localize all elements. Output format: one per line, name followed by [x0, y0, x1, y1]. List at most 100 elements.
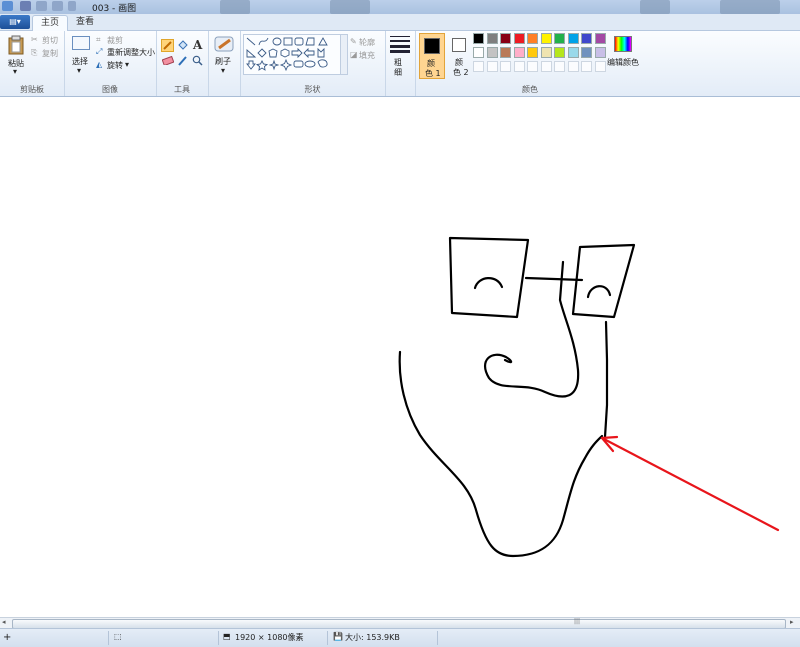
- pencil-icon[interactable]: [161, 39, 174, 52]
- fill-bucket-icon[interactable]: [177, 39, 189, 51]
- edit-colors-button[interactable]: 编辑颜色: [607, 57, 639, 68]
- redo-icon[interactable]: [52, 1, 63, 11]
- color-swatch[interactable]: [581, 33, 592, 44]
- color1-button[interactable]: 颜 色 1: [419, 33, 445, 79]
- image-dimensions: 1920 × 1080像素: [235, 633, 304, 642]
- selection-size-icon: ⬚: [114, 632, 122, 641]
- color-picker-icon[interactable]: [178, 55, 188, 66]
- custom-color-slot[interactable]: [500, 61, 511, 72]
- custom-color-slot[interactable]: [554, 61, 565, 72]
- custom-color-slot[interactable]: [473, 61, 484, 72]
- background-blur: [330, 0, 370, 14]
- cursor-position-icon: +: [3, 632, 12, 643]
- color-swatch[interactable]: [594, 33, 606, 44]
- color-swatch[interactable]: [554, 33, 565, 44]
- color-swatch[interactable]: [473, 47, 484, 58]
- color-swatch[interactable]: [486, 47, 498, 58]
- custom-color-slot[interactable]: [594, 61, 606, 72]
- red-arrow-head-upper: [600, 435, 619, 440]
- paint-menu-button[interactable]: ▤▾: [0, 15, 30, 29]
- left-eye: [473, 277, 504, 290]
- color-swatch[interactable]: [540, 33, 552, 44]
- crop-button[interactable]: 裁剪: [107, 35, 123, 46]
- magnifier-icon[interactable]: [192, 55, 203, 66]
- color-swatch[interactable]: [513, 33, 525, 44]
- outline-icon: ✎: [350, 37, 357, 46]
- status-separator: [218, 631, 219, 645]
- scroll-left-icon[interactable]: ◂: [2, 618, 6, 626]
- right-eye: [586, 285, 612, 299]
- cut-button[interactable]: 剪切: [42, 35, 58, 46]
- glasses-bridge: [524, 276, 584, 282]
- ribbon: 粘贴 ▾ ✂ 剪切 ⎘ 复制 剪贴板 选择 ▾ ⌗ 裁剪 ⤢ 重新调整大小 ◭ …: [0, 31, 800, 97]
- custom-color-slot[interactable]: [540, 61, 552, 72]
- shapes-group: ✎ 轮廓 ◪ 填充 形状: [240, 31, 386, 96]
- status-separator: [327, 631, 328, 645]
- image-dimensions-icon: ⬒: [223, 632, 231, 641]
- background-blur: [640, 0, 670, 14]
- app-icon[interactable]: [2, 1, 13, 11]
- paste-icon[interactable]: [8, 35, 24, 55]
- color-swatch[interactable]: [567, 33, 579, 44]
- size-label-line2[interactable]: 细: [394, 67, 402, 78]
- brushes-dropdown-icon[interactable]: ▾: [221, 66, 225, 75]
- save-icon[interactable]: [20, 1, 31, 11]
- shapes-gallery-icons[interactable]: [244, 35, 340, 74]
- color-swatch[interactable]: [473, 33, 484, 44]
- color-swatch[interactable]: [486, 33, 498, 44]
- select-dropdown-icon[interactable]: ▾: [77, 66, 81, 75]
- custom-color-slot[interactable]: [581, 61, 592, 72]
- drawing-canvas[interactable]: [0, 97, 800, 617]
- select-icon[interactable]: [72, 36, 90, 50]
- custom-color-slot[interactable]: [486, 61, 498, 72]
- brushes-group: 刷子 ▾: [208, 31, 241, 96]
- customize-quick-access-icon[interactable]: [68, 1, 76, 11]
- resize-icon: ⤢: [96, 47, 103, 56]
- custom-color-slot[interactable]: [527, 61, 538, 72]
- brush-icon[interactable]: [213, 35, 235, 53]
- status-separator: [437, 631, 438, 645]
- rotate-icon: ◭: [96, 60, 103, 69]
- color2-label-line2: 色 2: [453, 68, 469, 77]
- color-swatch[interactable]: [500, 47, 511, 58]
- resize-button[interactable]: 重新调整大小: [107, 47, 155, 58]
- custom-color-slot[interactable]: [567, 61, 579, 72]
- rotate-dropdown-icon[interactable]: ▾: [125, 60, 129, 69]
- crop-icon: ⌗: [96, 35, 101, 44]
- custom-color-slot[interactable]: [513, 61, 525, 72]
- outline-button[interactable]: 轮廓: [359, 37, 375, 48]
- fill-button[interactable]: 填充: [359, 50, 375, 61]
- line-size-icon[interactable]: [390, 35, 410, 53]
- color2-button[interactable]: 颜 色 2: [447, 33, 473, 79]
- color-swatch[interactable]: [527, 47, 538, 58]
- title-bar: 003 - 画图: [0, 0, 800, 14]
- eraser-icon[interactable]: [161, 55, 175, 67]
- copy-button[interactable]: 复制: [42, 48, 58, 59]
- paste-dropdown-icon[interactable]: ▾: [13, 67, 17, 76]
- tab-home[interactable]: 主页: [32, 15, 69, 31]
- shapes-gallery: [243, 34, 341, 75]
- undo-icon[interactable]: [36, 1, 47, 11]
- color-swatch[interactable]: [540, 47, 552, 58]
- color-swatch[interactable]: [581, 47, 592, 58]
- color-swatch[interactable]: [500, 33, 511, 44]
- color-swatch[interactable]: [594, 47, 606, 58]
- clipboard-group-label: 剪贴板: [20, 85, 44, 94]
- color-palette: [473, 33, 613, 75]
- shapes-scroll[interactable]: [340, 34, 348, 75]
- color1-swatch: [424, 38, 440, 54]
- color-swatch[interactable]: [567, 47, 579, 58]
- canvas-area[interactable]: [0, 97, 800, 617]
- scroll-right-icon[interactable]: ▸: [790, 618, 794, 626]
- face-drawing: [398, 236, 636, 558]
- rotate-button[interactable]: 旋转: [107, 60, 123, 71]
- tab-view[interactable]: 查看: [68, 15, 102, 30]
- fill-icon: ◪: [350, 50, 358, 59]
- tools-group: A 工具: [156, 31, 209, 96]
- color-swatch[interactable]: [513, 47, 525, 58]
- color-swatch[interactable]: [527, 33, 538, 44]
- clipboard-group: 粘贴 ▾ ✂ 剪切 ⎘ 复制 剪贴板: [0, 31, 65, 96]
- color-swatch[interactable]: [554, 47, 565, 58]
- edit-colors-icon[interactable]: [614, 36, 632, 52]
- text-tool-icon[interactable]: A: [193, 38, 202, 52]
